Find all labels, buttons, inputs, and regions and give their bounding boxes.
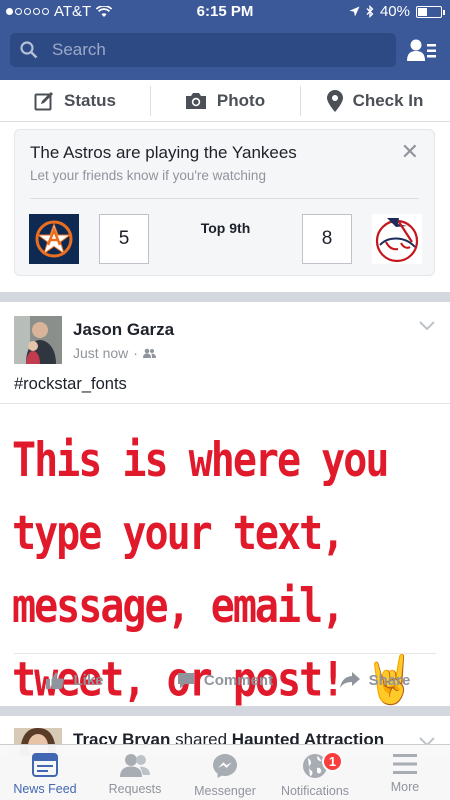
bottom-tab-bar: News Feed Requests Messenger Notificatio… <box>0 744 450 800</box>
post-meta: Just now · <box>73 345 156 361</box>
tab-label: News Feed <box>13 782 77 796</box>
friends-audience-icon <box>142 348 156 358</box>
divider <box>0 403 450 404</box>
tab-messenger[interactable]: Messenger <box>180 745 270 800</box>
close-icon[interactable]: ✕ <box>401 141 419 163</box>
score-card-title: The Astros are playing the Yankees <box>30 143 297 162</box>
search-icon <box>20 41 38 59</box>
location-arrow-icon <box>349 6 360 17</box>
away-score: 8 <box>302 214 352 264</box>
comment-label: Comment <box>203 671 274 689</box>
post-author[interactable]: Jason Garza <box>73 320 174 340</box>
post-time[interactable]: Just now <box>73 345 128 361</box>
check-in-label: Check In <box>352 90 424 110</box>
battery-percent: 40% <box>379 3 410 20</box>
tab-label: Notifications <box>280 784 350 798</box>
search-input[interactable]: Search <box>52 40 106 60</box>
messenger-icon <box>213 754 237 778</box>
status-right: 40% <box>349 3 445 20</box>
friends-list-icon <box>407 39 436 61</box>
share-label: Share <box>368 671 411 689</box>
tab-more[interactable]: More <box>360 745 450 800</box>
comment-icon <box>177 672 194 688</box>
location-pin-icon <box>326 89 343 112</box>
photo-label: Photo <box>216 90 266 110</box>
dot-separator: · <box>133 345 138 361</box>
notification-badge: 1 <box>322 751 343 772</box>
post-text: #rockstar_fonts <box>14 375 127 393</box>
photo-button[interactable]: Photo <box>150 80 300 121</box>
menu-icon <box>393 754 417 774</box>
tab-notifications[interactable]: Notifications 1 <box>270 745 360 800</box>
tab-requests[interactable]: Requests <box>90 745 180 800</box>
composer-bar: Status Photo Check In <box>0 80 450 122</box>
status-bar: AT&T 6:15 PM 40% <box>0 0 450 22</box>
game-score-card[interactable]: The Astros are playing the Yankees Let y… <box>14 129 435 276</box>
top-bar: AT&T 6:15 PM 40% Search <box>0 0 450 80</box>
share-button[interactable]: Share <box>300 654 450 706</box>
news-feed-icon <box>32 753 58 777</box>
tab-label: Requests <box>108 782 162 796</box>
share-arrow-icon <box>339 672 360 688</box>
divider <box>30 198 419 199</box>
status-label: Status <box>64 90 116 110</box>
post-actions: Like Comment Share <box>0 654 450 706</box>
tab-label: Messenger <box>194 784 256 798</box>
like-label: Like <box>73 671 104 689</box>
status-button[interactable]: Status <box>0 80 150 121</box>
thumbs-up-icon <box>46 672 65 689</box>
like-button[interactable]: Like <box>0 654 150 706</box>
yankees-logo-icon <box>372 214 422 264</box>
battery-icon <box>416 5 445 18</box>
friend-requests-icon <box>120 754 150 777</box>
score-card-subtitle: Let your friends know if you're watching <box>30 168 266 183</box>
check-in-button[interactable]: Check In <box>300 80 450 121</box>
tab-news-feed[interactable]: News Feed <box>0 745 90 800</box>
friends-list-button[interactable] <box>404 34 440 66</box>
edit-icon <box>34 91 54 110</box>
search-bar[interactable]: Search <box>10 33 396 67</box>
avatar[interactable] <box>14 316 62 364</box>
camera-icon <box>185 92 206 109</box>
feed-post: Jason Garza Just now · #rockstar_fonts T… <box>0 302 450 707</box>
tab-label: More <box>390 780 420 794</box>
bluetooth-icon <box>366 5 374 18</box>
chevron-down-icon[interactable] <box>418 320 436 332</box>
comment-button[interactable]: Comment <box>150 654 300 706</box>
